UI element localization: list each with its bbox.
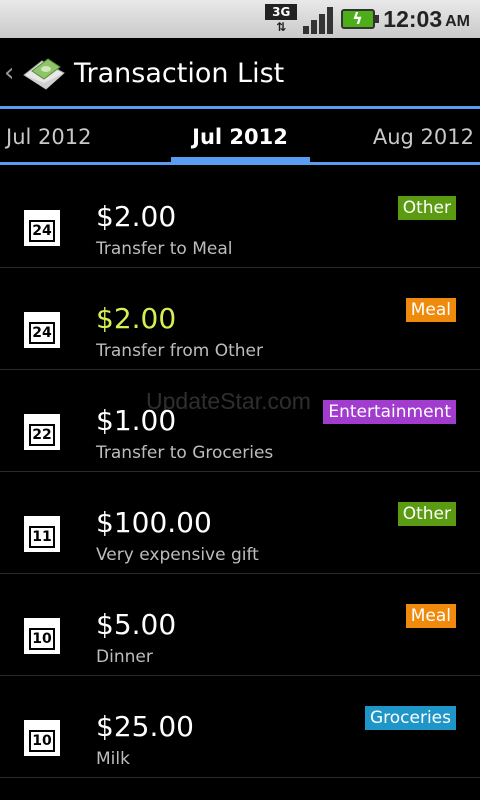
title-bar[interactable]: ‹ Transaction List xyxy=(0,38,480,108)
back-chevron-icon[interactable]: ‹ xyxy=(4,58,20,88)
month-tabs: Jul 2012 Jul 2012 Aug 2012 xyxy=(0,109,480,165)
transaction-amount: $5.00 xyxy=(96,608,177,641)
tabs-divider xyxy=(0,162,480,165)
clock-time: 12:03 xyxy=(383,5,443,32)
status-bar: 3G ⇅ ϟ 12:03 AM xyxy=(0,0,480,38)
clock-ampm: AM xyxy=(445,12,470,30)
transaction-description: Dinner xyxy=(96,647,153,667)
signal-strength-icon xyxy=(303,4,334,34)
transaction-row[interactable]: 24 $2.00 Transfer from Other Meal xyxy=(0,268,480,370)
calendar-icon: 11 xyxy=(24,516,60,552)
transaction-amount: $2.00 xyxy=(96,302,177,335)
category-badge: Other xyxy=(397,196,456,220)
calendar-icon: 24 xyxy=(24,312,60,348)
category-badge: Meal xyxy=(405,604,456,628)
calendar-icon: 24 xyxy=(24,210,60,246)
network-label: 3G xyxy=(265,4,298,20)
network-3g-icon: 3G ⇅ xyxy=(265,4,298,34)
calendar-day: 24 xyxy=(29,220,55,242)
transaction-amount: $2.00 xyxy=(96,200,177,233)
data-arrows-icon: ⇅ xyxy=(276,20,287,34)
category-badge: Meal xyxy=(405,298,456,322)
calendar-day: 10 xyxy=(29,628,55,650)
calendar-icon: 22 xyxy=(24,414,60,450)
battery-charging-icon: ϟ xyxy=(341,9,380,29)
category-badge: Groceries xyxy=(364,706,456,730)
calendar-day: 24 xyxy=(29,322,55,344)
page-title: Transaction List xyxy=(74,57,285,89)
transaction-description: Very expensive gift xyxy=(96,545,259,565)
transaction-description: Milk xyxy=(96,749,130,769)
calendar-day: 10 xyxy=(29,730,55,752)
calendar-icon: 10 xyxy=(24,720,60,756)
transaction-row[interactable]: 22 $1.00 Transfer to Groceries Entertain… xyxy=(0,370,480,472)
transaction-description: Transfer to Meal xyxy=(96,239,233,259)
transaction-amount: $25.00 xyxy=(96,710,194,743)
transaction-list: 24 $2.00 Transfer to Meal Other 24 $2.00… xyxy=(0,166,480,778)
calendar-day: 22 xyxy=(29,424,55,446)
transaction-description: Transfer to Groceries xyxy=(96,443,274,463)
transaction-row[interactable]: 10 $5.00 Dinner Meal xyxy=(0,574,480,676)
watermark-text: UpdateStar.com xyxy=(146,388,311,414)
transaction-row[interactable]: 24 $2.00 Transfer to Meal Other xyxy=(0,166,480,268)
category-badge: Entertainment xyxy=(323,400,456,424)
transaction-amount: $100.00 xyxy=(96,506,212,539)
tab-next-month[interactable]: Aug 2012 xyxy=(373,125,474,149)
transaction-row[interactable]: 10 $25.00 Milk Groceries xyxy=(0,676,480,778)
calendar-day: 11 xyxy=(29,526,55,548)
app-money-envelope-icon[interactable] xyxy=(20,49,68,97)
calendar-icon: 10 xyxy=(24,618,60,654)
category-badge: Other xyxy=(397,502,456,526)
transaction-row[interactable]: 11 $100.00 Very expensive gift Other xyxy=(0,472,480,574)
transaction-description: Transfer from Other xyxy=(96,341,263,361)
